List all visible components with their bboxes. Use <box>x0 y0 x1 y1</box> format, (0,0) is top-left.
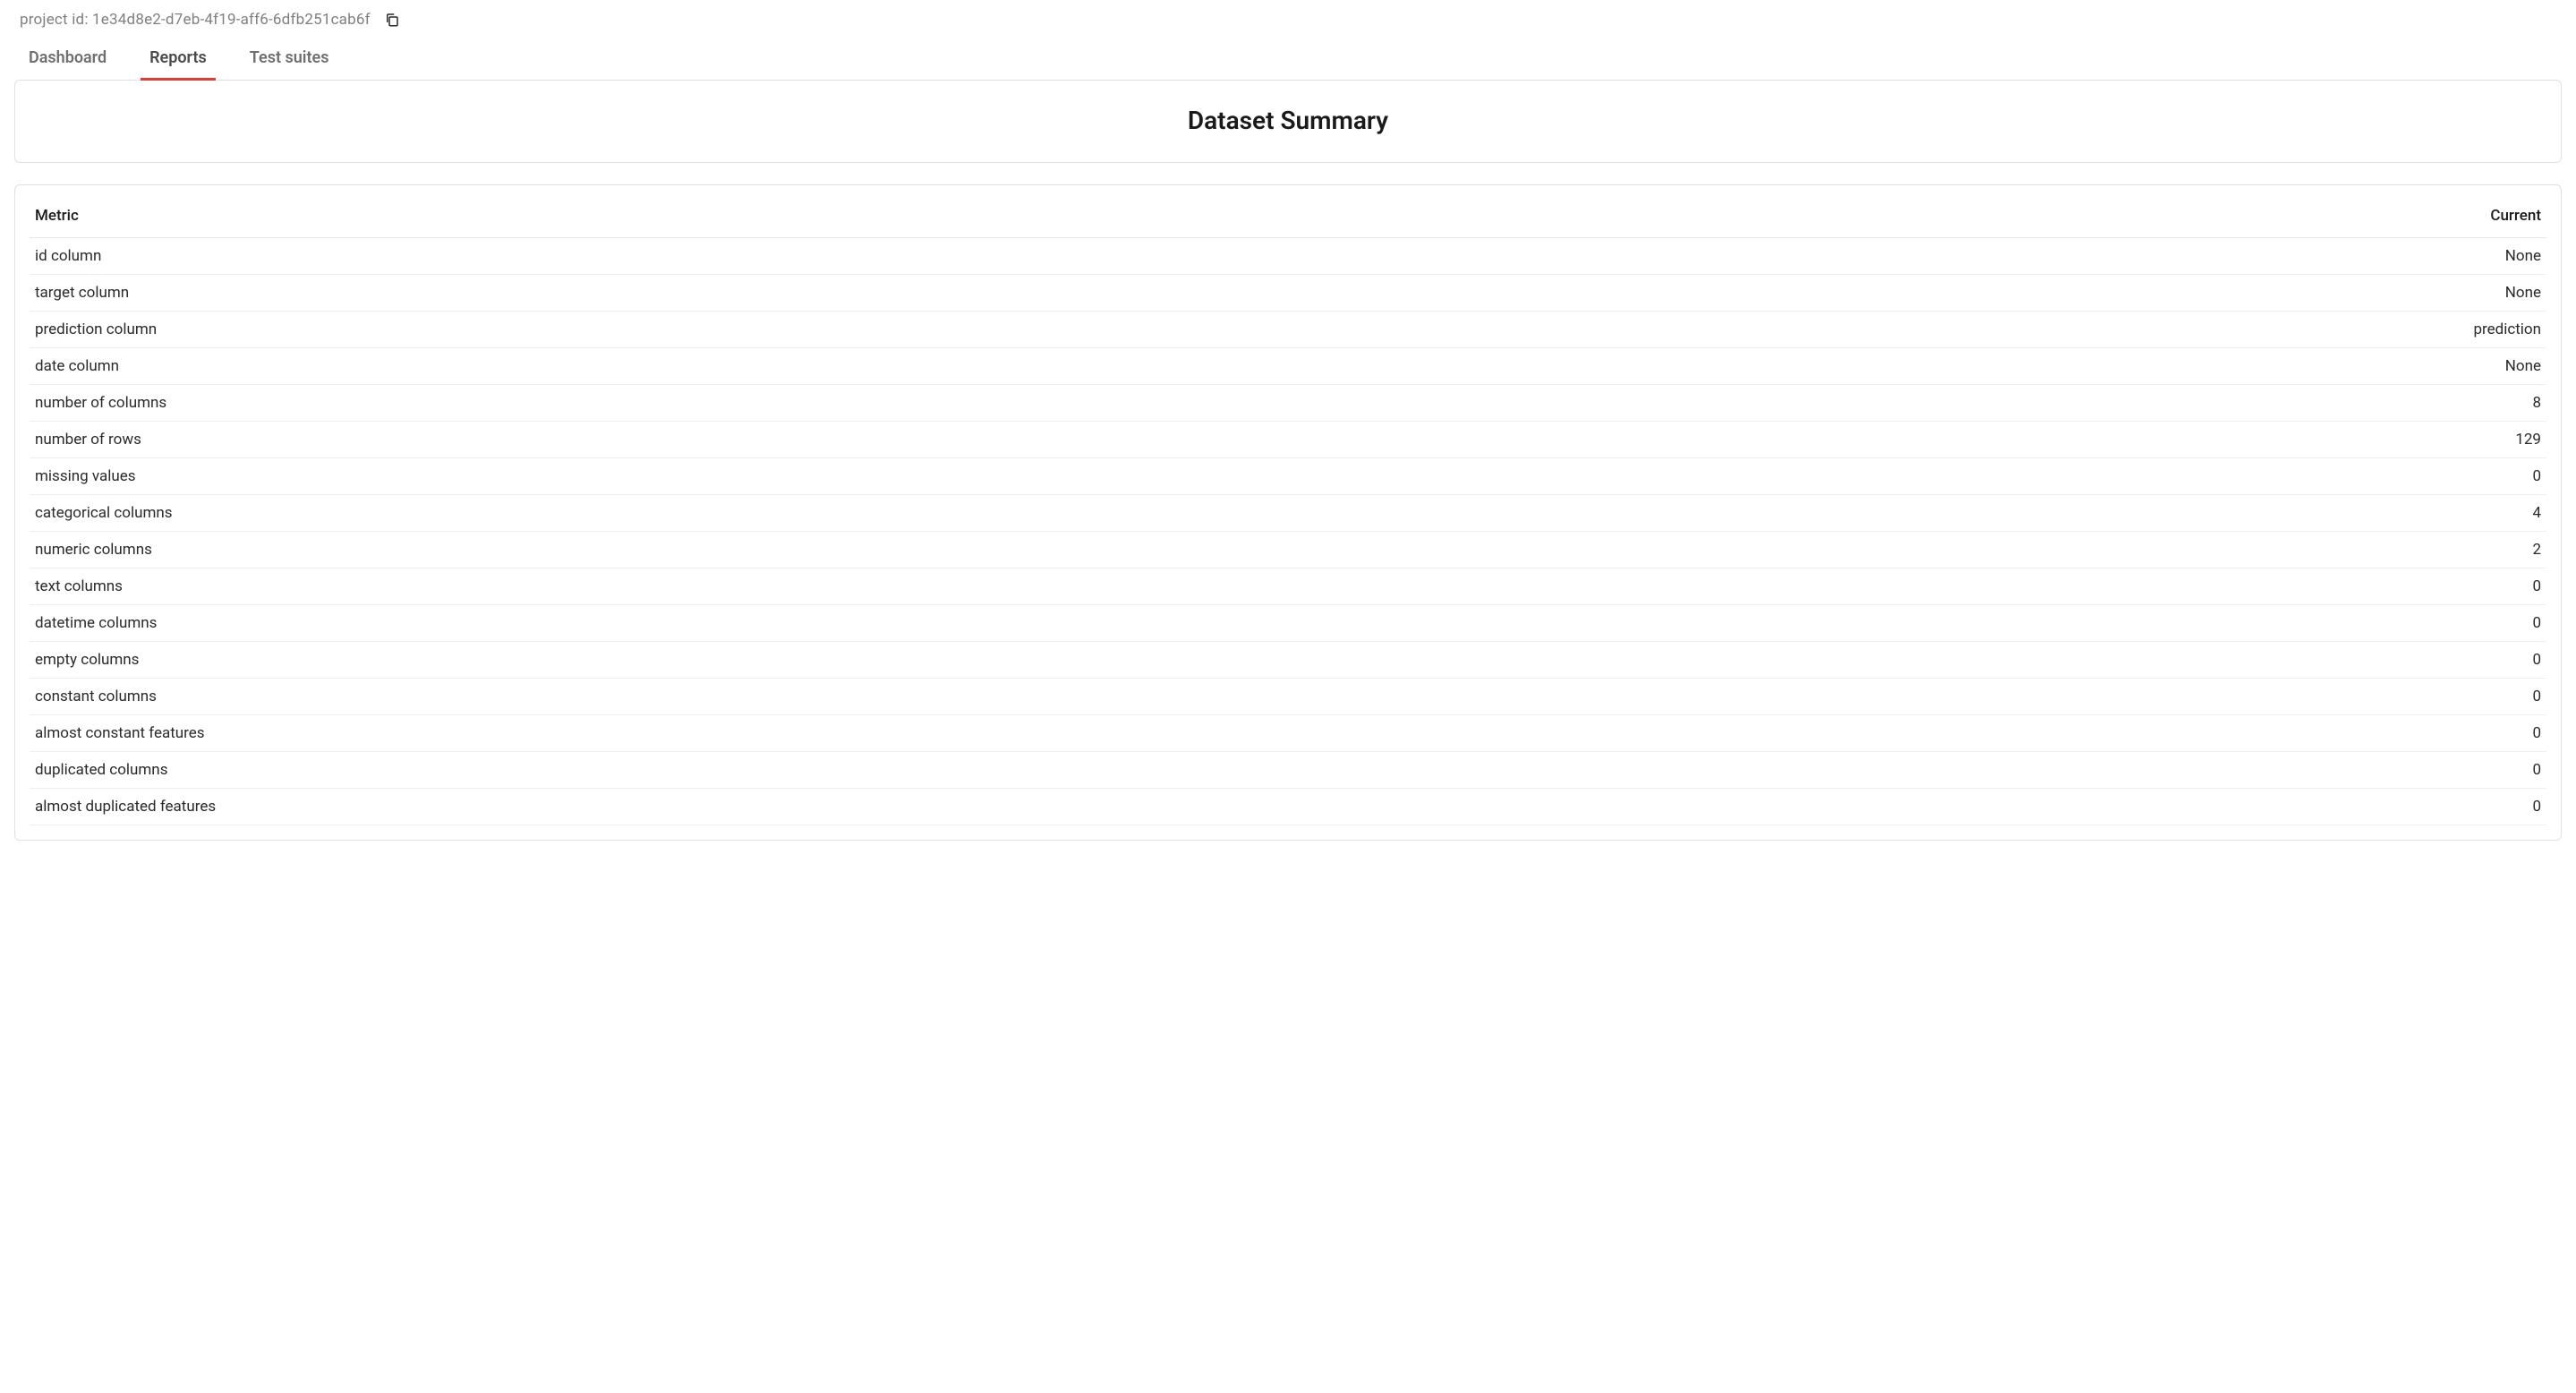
metric-value: 0 <box>1816 752 2546 789</box>
table-row: almost duplicated features0 <box>30 789 2546 825</box>
table-row: number of columns8 <box>30 385 2546 422</box>
metric-name: number of rows <box>30 422 1816 458</box>
metric-name: number of columns <box>30 385 1816 422</box>
metric-value: 0 <box>1816 458 2546 495</box>
metric-name: numeric columns <box>30 532 1816 568</box>
metric-value: 4 <box>1816 495 2546 532</box>
metric-name: target column <box>30 275 1816 312</box>
metric-value: 0 <box>1816 605 2546 642</box>
table-row: number of rows129 <box>30 422 2546 458</box>
table-row: target columnNone <box>30 275 2546 312</box>
col-header-metric: Metric <box>30 196 1816 238</box>
metric-name: datetime columns <box>30 605 1816 642</box>
table-row: text columns0 <box>30 568 2546 605</box>
metric-name: id column <box>30 238 1816 275</box>
project-id-text: project id: 1e34d8e2-d7eb-4f19-aff6-6dfb… <box>20 11 371 29</box>
metric-value: 0 <box>1816 568 2546 605</box>
tab-reports[interactable]: Reports <box>141 38 216 80</box>
table-row: constant columns0 <box>30 679 2546 715</box>
table-row: missing values0 <box>30 458 2546 495</box>
copy-icon[interactable] <box>383 11 401 29</box>
table-row: datetime columns0 <box>30 605 2546 642</box>
tab-label: Dashboard <box>29 48 107 67</box>
metric-value: prediction <box>1816 312 2546 348</box>
metric-value: 0 <box>1816 642 2546 679</box>
metric-value: None <box>1816 275 2546 312</box>
metric-name: almost constant features <box>30 715 1816 752</box>
metric-name: missing values <box>30 458 1816 495</box>
table-row: categorical columns4 <box>30 495 2546 532</box>
table-row: duplicated columns0 <box>30 752 2546 789</box>
metrics-table: Metric Current id columnNonetarget colum… <box>30 196 2546 825</box>
metric-value: 129 <box>1816 422 2546 458</box>
table-row: id columnNone <box>30 238 2546 275</box>
metric-value: 0 <box>1816 679 2546 715</box>
metric-value: 8 <box>1816 385 2546 422</box>
metric-value: None <box>1816 348 2546 385</box>
metric-name: categorical columns <box>30 495 1816 532</box>
col-header-current: Current <box>1816 196 2546 238</box>
metric-name: duplicated columns <box>30 752 1816 789</box>
tab-label: Test suites <box>250 48 329 67</box>
metric-name: empty columns <box>30 642 1816 679</box>
table-row: date columnNone <box>30 348 2546 385</box>
metric-name: prediction column <box>30 312 1816 348</box>
tabs: Dashboard Reports Test suites <box>14 38 2562 80</box>
metric-value: 2 <box>1816 532 2546 568</box>
table-row: almost constant features0 <box>30 715 2546 752</box>
project-id-row: project id: 1e34d8e2-d7eb-4f19-aff6-6dfb… <box>14 7 2562 38</box>
metric-name: text columns <box>30 568 1816 605</box>
metric-value: 0 <box>1816 715 2546 752</box>
summary-title: Dataset Summary <box>37 106 2539 135</box>
tab-dashboard[interactable]: Dashboard <box>20 38 115 80</box>
metric-name: date column <box>30 348 1816 385</box>
metric-name: constant columns <box>30 679 1816 715</box>
table-row: empty columns0 <box>30 642 2546 679</box>
table-row: numeric columns2 <box>30 532 2546 568</box>
table-row: prediction columnprediction <box>30 312 2546 348</box>
tab-test-suites[interactable]: Test suites <box>241 38 338 80</box>
summary-title-card: Dataset Summary <box>14 80 2562 163</box>
tab-label: Reports <box>149 48 207 67</box>
metric-value: None <box>1816 238 2546 275</box>
metrics-table-card: Metric Current id columnNonetarget colum… <box>14 184 2562 841</box>
metric-value: 0 <box>1816 789 2546 825</box>
metric-name: almost duplicated features <box>30 789 1816 825</box>
